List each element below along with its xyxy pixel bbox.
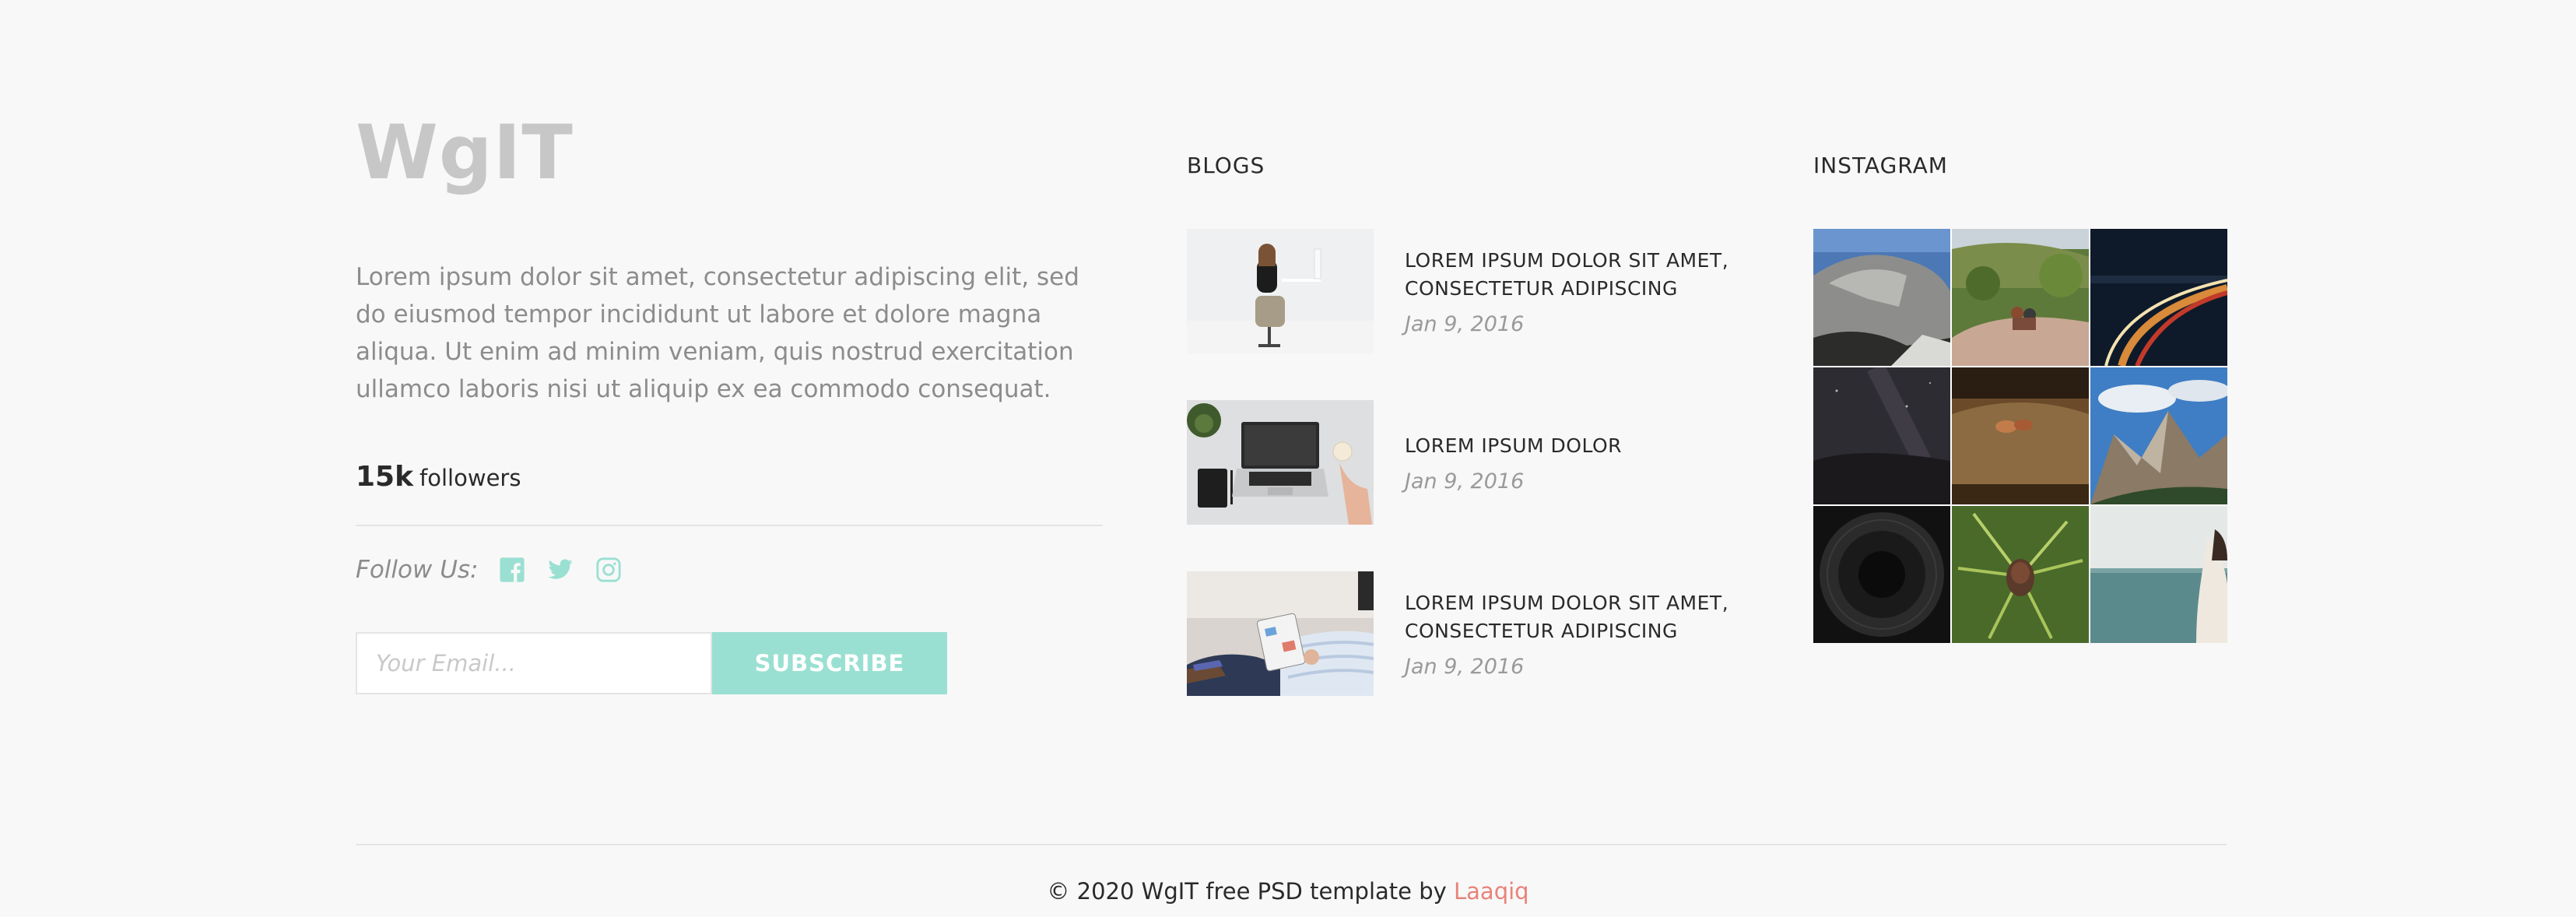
instagram-photo[interactable] — [2090, 229, 2227, 366]
blog-thumbnail[interactable] — [1187, 400, 1374, 525]
email-input[interactable] — [356, 632, 712, 694]
twitter-icon[interactable] — [546, 556, 574, 584]
instagram-photo[interactable] — [2090, 506, 2227, 643]
instagram-photo[interactable] — [1813, 229, 1950, 366]
follow-label: Follow Us: — [356, 556, 479, 584]
followers-count: 15k — [356, 461, 414, 493]
blog-post[interactable]: LOREM IPSUM DOLOR SIT AMET, CONSECTETUR … — [1187, 571, 1763, 696]
blog-thumbnail[interactable] — [1187, 229, 1374, 353]
blog-title[interactable]: LOREM IPSUM DOLOR SIT AMET, — [1405, 589, 1728, 617]
blogs-heading: BLOGS — [1187, 153, 1265, 178]
followers-stat: 15k followers — [356, 461, 521, 493]
instagram-photo[interactable] — [1813, 367, 1950, 504]
blog-post[interactable]: LOREM IPSUM DOLOR Jan 9, 2016 — [1187, 400, 1763, 525]
blog-title-continued[interactable]: CONSECTETUR ADIPISCING — [1405, 617, 1728, 645]
footer-divider — [356, 844, 2227, 845]
blog-post[interactable]: LOREM IPSUM DOLOR SIT AMET, CONSECTETUR … — [1187, 229, 1763, 353]
subscribe-button[interactable]: SUBSCRIBE — [712, 632, 947, 694]
blog-date: Jan 9, 2016 — [1405, 311, 1525, 336]
instagram-photo[interactable] — [2090, 367, 2227, 504]
facebook-icon[interactable] — [498, 556, 526, 584]
brand-logo[interactable]: WgIT — [356, 115, 574, 190]
instagram-photo[interactable] — [1952, 506, 2089, 643]
instagram-photo[interactable] — [1952, 229, 2089, 366]
blog-thumbnail[interactable] — [1187, 571, 1374, 696]
instagram-heading: INSTAGRAM — [1813, 153, 1948, 178]
instagram-photo[interactable] — [1952, 367, 2089, 504]
blog-title[interactable]: LOREM IPSUM DOLOR — [1405, 432, 1622, 460]
subscribe-form: SUBSCRIBE — [356, 632, 947, 694]
blog-title[interactable]: LOREM IPSUM DOLOR SIT AMET, — [1405, 247, 1728, 275]
blog-title-continued[interactable]: CONSECTETUR ADIPISCING — [1405, 275, 1728, 303]
footer: © 2020 WgIT free PSD template by Laaqiq — [0, 878, 2576, 905]
instagram-photo[interactable] — [1813, 506, 1950, 643]
followers-label: followers — [419, 465, 521, 491]
author-link[interactable]: Laaqiq — [1454, 878, 1529, 905]
blog-date: Jan 9, 2016 — [1405, 654, 1525, 679]
instagram-icon[interactable] — [595, 556, 623, 584]
blog-date: Jan 9, 2016 — [1405, 469, 1525, 494]
divider — [356, 525, 1103, 526]
footer-copyright: © 2020 WgIT free PSD template by — [1047, 878, 1447, 905]
about-text: Lorem ipsum dolor sit amet, consectetur … — [356, 263, 1079, 403]
follow-us: Follow Us: — [356, 553, 643, 587]
instagram-grid — [1813, 229, 2227, 643]
